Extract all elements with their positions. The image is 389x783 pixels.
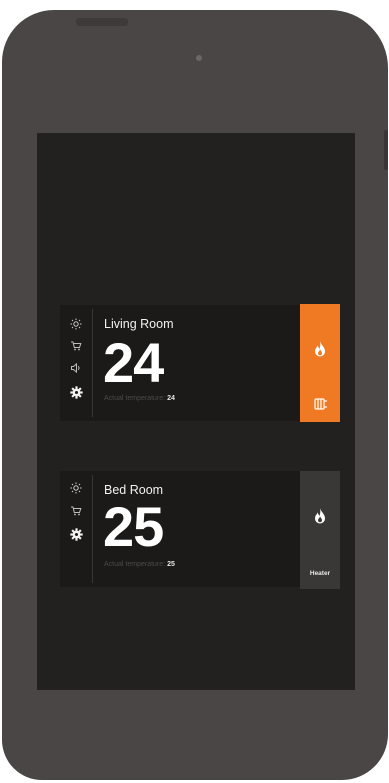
- room-name: Living Room: [104, 317, 174, 331]
- gear-icon[interactable]: [69, 385, 83, 399]
- heater-toggle-panel[interactable]: Heater: [300, 471, 340, 589]
- phone-side-button: [384, 130, 388, 170]
- sun-icon[interactable]: [69, 317, 83, 331]
- heater-label: Heater: [309, 570, 331, 577]
- phone-top-button: [76, 18, 128, 26]
- set-temperature[interactable]: 25: [103, 499, 164, 555]
- actual-temperature: Actual temperature: 24: [104, 395, 175, 402]
- set-temperature[interactable]: 24: [103, 335, 164, 391]
- room-icon-column: [60, 471, 92, 587]
- room-card-bed-room[interactable]: Bed Room 25 Actual temperature: 25 Heater: [60, 471, 340, 589]
- actual-temperature: Actual temperature: 25: [104, 561, 175, 568]
- front-camera: [196, 55, 202, 61]
- card-divider: [92, 309, 93, 417]
- screen: Living Room 24 Actual temperature: 24 Be…: [37, 133, 355, 690]
- actual-temperature-label: Actual temperature:: [104, 561, 166, 568]
- actual-temperature-value: 24: [167, 395, 175, 402]
- flame-icon: [312, 340, 328, 363]
- room-icon-column: [60, 305, 92, 421]
- card-divider: [92, 475, 93, 583]
- radiator-icon: [314, 397, 328, 415]
- actual-temperature-value: 25: [167, 561, 175, 568]
- cart-icon[interactable]: [69, 339, 83, 353]
- room-card-living-room[interactable]: Living Room 24 Actual temperature: 24: [60, 304, 340, 422]
- phone-frame: Living Room 24 Actual temperature: 24 Be…: [2, 10, 388, 780]
- cart-icon[interactable]: [69, 504, 83, 518]
- gear-icon[interactable]: [69, 527, 83, 541]
- speaker-icon[interactable]: [69, 361, 83, 375]
- heating-toggle-panel[interactable]: [300, 304, 340, 422]
- sun-icon[interactable]: [69, 481, 83, 495]
- flame-icon: [312, 507, 328, 530]
- actual-temperature-label: Actual temperature:: [104, 395, 166, 402]
